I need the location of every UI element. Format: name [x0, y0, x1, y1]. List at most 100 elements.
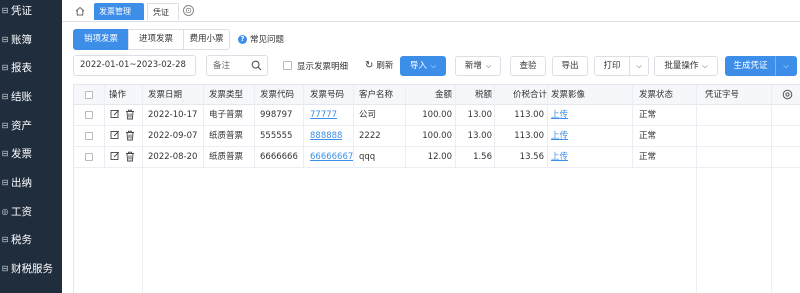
sidebar-item-label: 资产 — [11, 119, 32, 132]
invoice-code: 998797 — [260, 110, 293, 120]
refresh-button[interactable]: ↻ 刷新 — [365, 59, 393, 72]
delete-icon[interactable] — [125, 109, 135, 120]
sidebar-item-report[interactable]: ⊟ 报表 — [0, 57, 62, 77]
sidebar-item-label: 税务 — [11, 233, 32, 246]
column-header: 操作 — [109, 90, 127, 100]
remark-search-input[interactable] — [207, 56, 251, 75]
sidebar-item-salary[interactable]: ◎ 工资 — [0, 201, 62, 221]
invoice-status: 正常 — [639, 131, 657, 141]
table-row[interactable]: 2022-09-07 纸质普票 555555 888888 2222 100.0… — [74, 126, 800, 147]
sidebar-item-asset[interactable]: ⊟ 资产 — [0, 115, 62, 135]
edit-icon[interactable] — [110, 109, 120, 120]
import-button[interactable]: 导入 ⌵ — [400, 56, 446, 76]
invoice-number-link[interactable]: 66666667 — [310, 148, 353, 166]
column-header: 发票号码 — [310, 90, 345, 100]
tab-sales-invoice[interactable]: 销项发票 — [73, 29, 129, 50]
show-detail-checkbox[interactable] — [283, 61, 292, 70]
table-header: 操作 发票日期 发票类型 发票代码 发票号码 客户名称 金额 税额 价税合计 发… — [74, 85, 800, 105]
amount: 100.00 — [422, 110, 452, 120]
invoice-date: 2022-10-17 — [148, 110, 198, 120]
sidebar-item-cashier[interactable]: ⊟ 出纳 — [0, 172, 62, 192]
column-header: 发票影像 — [551, 90, 586, 100]
invoice-type: 纸质普票 — [209, 152, 244, 162]
tab-expense-receipt[interactable]: 费用小票 — [183, 29, 230, 50]
customer-name: qqq — [359, 152, 376, 162]
generate-voucher-button[interactable]: 生成凭证 — [725, 56, 776, 76]
column-header: 发票状态 — [639, 90, 674, 100]
sidebar-item-label: 发票 — [11, 147, 32, 160]
faq-label: 常见问题 — [250, 35, 285, 45]
chevron-down-icon: ⌵ — [485, 62, 492, 70]
tax-amount: 13.00 — [467, 131, 492, 141]
chevron-down-icon: ⌵ — [430, 62, 437, 70]
sidebar-item-tax[interactable]: ⊟ 税务 — [0, 229, 62, 249]
sidebar-item-invoice[interactable]: ⊟ 发票 — [0, 143, 62, 163]
verify-button[interactable]: 查验 — [510, 56, 546, 76]
tax-icon: ⊟ — [1, 234, 9, 244]
delete-icon[interactable] — [125, 151, 135, 162]
amount: 12.00 — [427, 152, 452, 162]
ledger-icon: ⊟ — [1, 34, 9, 44]
customer-name: 公司 — [359, 110, 377, 120]
column-settings-icon[interactable] — [782, 85, 796, 105]
invoice-number-link[interactable]: 77777 — [310, 106, 337, 124]
edit-icon[interactable] — [110, 151, 120, 162]
print-button[interactable]: 打印 — [594, 56, 630, 76]
sidebar-item-label: 凭证 — [11, 4, 32, 17]
edit-icon[interactable] — [110, 130, 120, 141]
sidebar-item-ledger[interactable]: ⊟ 账簿 — [0, 29, 62, 49]
upload-image-link[interactable]: 上传 — [551, 106, 568, 124]
total-amount: 13.56 — [519, 152, 544, 162]
column-header: 税额 — [474, 90, 492, 100]
export-button[interactable]: 导出 — [552, 56, 588, 76]
table-row[interactable]: 2022-08-20 纸质普票 6666666 66666667 qqq 12.… — [74, 147, 800, 168]
add-tab-icon[interactable]: ⊙ — [183, 5, 194, 16]
search-icon[interactable] — [251, 60, 262, 74]
add-label: 新增 — [464, 61, 482, 71]
invoice-type: 纸质普票 — [209, 131, 244, 141]
total-amount: 113.00 — [514, 110, 544, 120]
voucher-icon: ⊟ — [1, 5, 9, 15]
finance-service-icon: ⊟ — [1, 263, 9, 273]
sidebar-item-closing[interactable]: ⊟ 结账 — [0, 86, 62, 106]
invoice-number-link[interactable]: 888888 — [310, 127, 342, 145]
chevron-down-icon: ⌵ — [783, 62, 789, 70]
tab-voucher[interactable]: 凭证 — [147, 3, 179, 20]
customer-name: 2222 — [359, 131, 381, 141]
select-all-checkbox[interactable] — [82, 85, 94, 105]
column-header: 发票类型 — [209, 90, 244, 100]
chevron-down-icon: ⌵ — [636, 62, 642, 70]
batch-operation-button[interactable]: 批量操作 ⌵ — [654, 56, 718, 76]
home-icon[interactable] — [71, 3, 89, 19]
column-header: 金额 — [434, 90, 452, 100]
invoice-code: 555555 — [260, 131, 293, 141]
search-box — [206, 55, 268, 76]
generate-voucher-dropdown-button[interactable]: ⌵ — [775, 56, 797, 76]
question-icon: ? — [238, 34, 247, 44]
sidebar-item-finance-service[interactable]: ⊟ 财税服务 — [0, 258, 62, 278]
tab-invoice-management[interactable]: 发票管理 — [94, 3, 144, 20]
print-dropdown-button[interactable]: ⌵ — [629, 56, 649, 76]
tab-purchase-invoice[interactable]: 进项发票 — [128, 29, 184, 50]
tax-amount: 13.00 — [467, 110, 492, 120]
upload-image-link[interactable]: 上传 — [551, 148, 568, 166]
sidebar-item-label: 工资 — [11, 205, 32, 218]
row-checkbox[interactable] — [85, 153, 93, 161]
faq-link[interactable]: ? 常见问题 — [238, 33, 284, 45]
row-checkbox[interactable] — [85, 111, 93, 119]
sidebar-item-label: 账簿 — [11, 33, 32, 46]
sidebar-item-label: 结账 — [11, 90, 32, 103]
column-header: 客户名称 — [359, 90, 394, 100]
delete-icon[interactable] — [125, 130, 135, 141]
upload-image-link[interactable]: 上传 — [551, 127, 568, 145]
column-header: 价税合计 — [512, 90, 547, 100]
sidebar-item-voucher[interactable]: ⊟ 凭证 — [0, 0, 62, 20]
amount: 100.00 — [422, 131, 452, 141]
cashier-icon: ⊟ — [1, 177, 9, 187]
table-row[interactable]: 2022-10-17 电子普票 998797 77777 公司 100.00 1… — [74, 105, 800, 126]
add-button[interactable]: 新增 ⌵ — [455, 56, 501, 76]
column-header: 发票代码 — [260, 90, 295, 100]
date-range-picker[interactable]: 2022-01-01~2023-02-28 — [73, 55, 196, 76]
row-checkbox[interactable] — [85, 132, 93, 140]
invoice-table: 操作 发票日期 发票类型 发票代码 发票号码 客户名称 金额 税额 价税合计 发… — [73, 84, 800, 293]
